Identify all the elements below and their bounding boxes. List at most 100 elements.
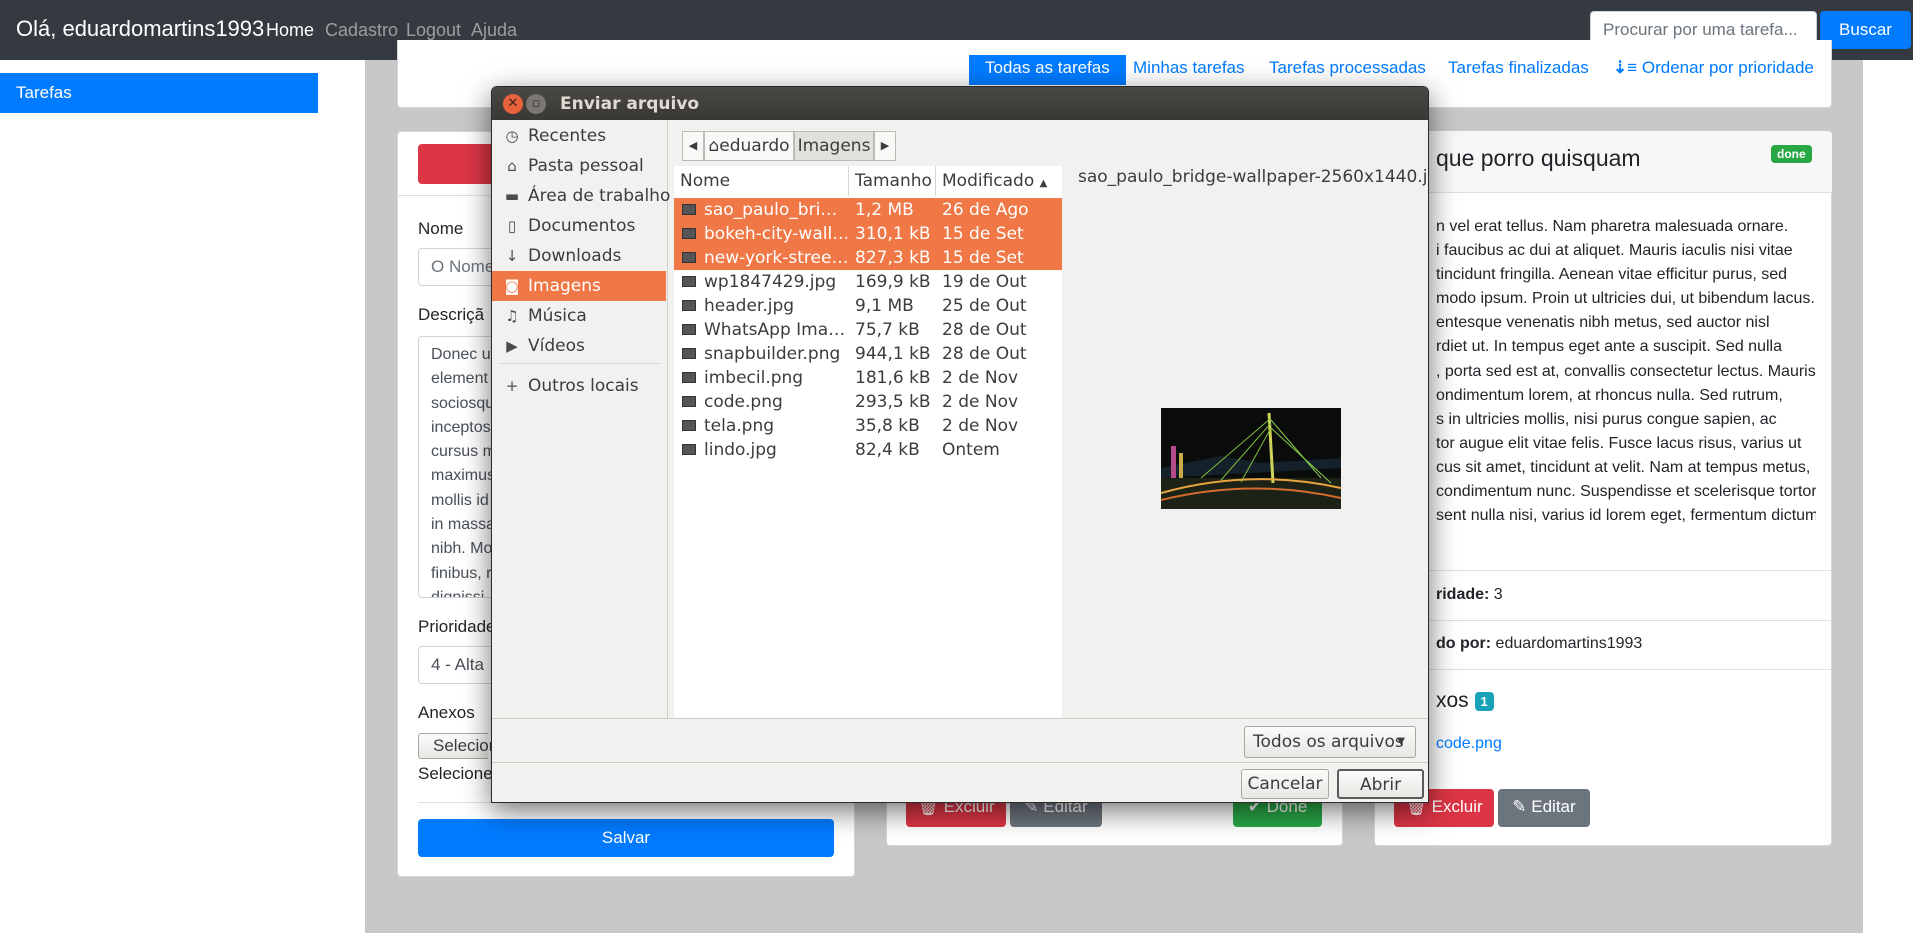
search-button[interactable]: Buscar [1820,11,1911,49]
file-modified: 25 de Out [942,296,1027,316]
place-label: Imagens [528,276,601,296]
place-item[interactable]: ♫ Música [492,301,666,331]
image-file-icon [682,372,696,383]
file-row[interactable]: bokeh-city-wall… 310,1 kB 15 de Set [674,222,1062,246]
document-icon: ▯ [507,217,517,235]
sort-descending-icon: ▲ [1039,178,1048,189]
sort-icon: ⇣≡ [1613,58,1642,77]
open-button[interactable]: Abrir [1337,769,1424,799]
file-row[interactable]: sao_paulo_bri… 1,2 MB 26 de Ago [674,198,1062,222]
file-row[interactable]: snapbuilder.png 944,1 kB 28 de Out [674,342,1062,366]
file-modified: 2 de Nov [942,392,1019,412]
file-name: sao_paulo_bri… [704,200,838,220]
place-label: Área de trabalho [528,186,671,206]
file-chooser-dialog: ✕ ▫ Enviar arquivo ◷ Recentes ⌂ Pasta pesso… [491,86,1429,803]
file-row[interactable]: code.png 293,5 kB 2 de Nov [674,390,1062,414]
status-badge: done [1771,145,1812,163]
dialog-titlebar[interactable]: ✕ ▫ Enviar arquivo [492,87,1428,120]
navbar-greeting[interactable]: Olá, eduardomartins1993 [16,16,264,42]
file-size: 169,9 kB [855,272,931,292]
place-label: Outros locais [528,376,639,396]
file-size: 310,1 kB [855,224,931,244]
image-file-icon [682,204,696,215]
places-separator [500,363,660,364]
file-size: 75,7 kB [855,320,920,340]
place-item[interactable]: ▶ Vídeos [492,331,666,361]
file-status-text: Selecione [418,764,493,783]
path-back-icon[interactable]: ◀ [682,131,704,161]
tab-ordenar-label: Ordenar por prioridade [1641,58,1814,77]
nav-home-link[interactable]: Home [266,20,314,41]
download-icon: ↓ [505,247,519,265]
file-modified: 19 de Out [942,272,1027,292]
chevron-down-icon: ▼ [1397,736,1405,747]
attachments-label: Anexos [418,703,475,722]
edit-button[interactable]: ✎ Editar [1498,789,1590,827]
cancel-button[interactable]: Cancelar [1241,769,1329,799]
path-home-crumb[interactable]: ⌂eduardo [704,131,794,161]
file-name: lindo.jpg [704,440,777,460]
place-label: Downloads [528,246,622,266]
camera-icon: ◙ [504,277,520,295]
file-name: snapbuilder.png [704,344,841,364]
column-header-modified[interactable]: Modificado ▲ [936,166,1062,196]
tab-processadas[interactable]: Tarefas processadas [1253,55,1442,85]
minimize-icon[interactable]: ▫ [526,94,546,114]
path-imagens-crumb[interactable]: Imagens [794,131,874,161]
file-row[interactable]: lindo.jpg 82,4 kB Ontem [674,438,1062,462]
save-button[interactable]: Salvar [418,819,834,857]
image-file-icon [682,276,696,287]
place-item[interactable]: ◷ Recentes [492,121,666,151]
home-icon: ⌂ [507,157,517,175]
divider [1374,570,1832,571]
file-size: 1,2 MB [855,200,914,220]
place-item[interactable]: ↓ Downloads [492,241,666,271]
tab-minhas[interactable]: Minhas tarefas [1117,55,1261,85]
column-header-name[interactable]: Nome [674,166,849,196]
attachment-link[interactable]: code.png [1436,735,1502,753]
image-file-icon [682,444,696,455]
dialog-divider [492,718,1428,719]
place-item[interactable]: ▬ Área de trabalho [492,181,670,211]
nav-logout-link[interactable]: Logout [406,20,461,41]
folder-icon: ▬ [504,187,520,205]
tab-ordenar[interactable]: ⇣≡ Ordenar por prioridade [1597,55,1830,85]
file-row[interactable]: WhatsApp Ima… 75,7 kB 28 de Out [674,318,1062,342]
place-item[interactable]: + Outros locais [492,371,666,401]
place-label: Música [528,306,587,326]
task-title: que porro quisquam [1436,145,1641,171]
close-icon[interactable]: ✕ [503,94,523,114]
file-row[interactable]: new-york-stree… 827,3 kB 15 de Set [674,246,1062,270]
divider [1374,669,1832,670]
nav-cadastro-link[interactable]: Cadastro [325,20,398,41]
file-row[interactable]: tela.png 35,8 kB 2 de Nov [674,414,1062,438]
clock-icon: ◷ [505,127,519,145]
image-file-icon [682,324,696,335]
file-row[interactable]: header.jpg 9,1 MB 25 de Out [674,294,1062,318]
column-header-size[interactable]: Tamanho [849,166,936,196]
place-item[interactable]: ◙ Imagens [492,271,666,301]
file-name: code.png [704,392,783,412]
description-label: Descriçã [418,305,485,324]
file-modified: 28 de Out [942,344,1027,364]
file-row[interactable]: imbecil.png 181,6 kB 2 de Nov [674,366,1062,390]
name-label: Nome [418,219,464,238]
task-author: do por: eduardomartins1993 [1436,635,1643,652]
tab-todas[interactable]: Todas as tarefas [969,55,1126,85]
file-modified: 15 de Set [942,248,1024,268]
file-select-button[interactable]: Selecion [418,733,498,759]
image-file-icon [682,348,696,359]
path-forward-icon[interactable]: ▶ [874,131,896,161]
file-row[interactable]: wp1847429.jpg 169,9 kB 19 de Out [674,270,1062,294]
priority-label: Prioridade [418,617,496,636]
place-item[interactable]: ▯ Documentos [492,211,666,241]
preview-image [1161,408,1341,509]
place-item[interactable]: ⌂ Pasta pessoal [492,151,666,181]
sidebar-item-tarefas[interactable]: Tarefas [0,73,318,113]
tab-finalizadas[interactable]: Tarefas finalizadas [1432,55,1605,85]
file-type-filter[interactable]: Todos os arquivos ▼ [1244,726,1416,758]
plus-icon: + [505,377,519,395]
image-file-icon [682,396,696,407]
nav-ajuda-link[interactable]: Ajuda [471,20,517,41]
image-file-icon [682,252,696,263]
